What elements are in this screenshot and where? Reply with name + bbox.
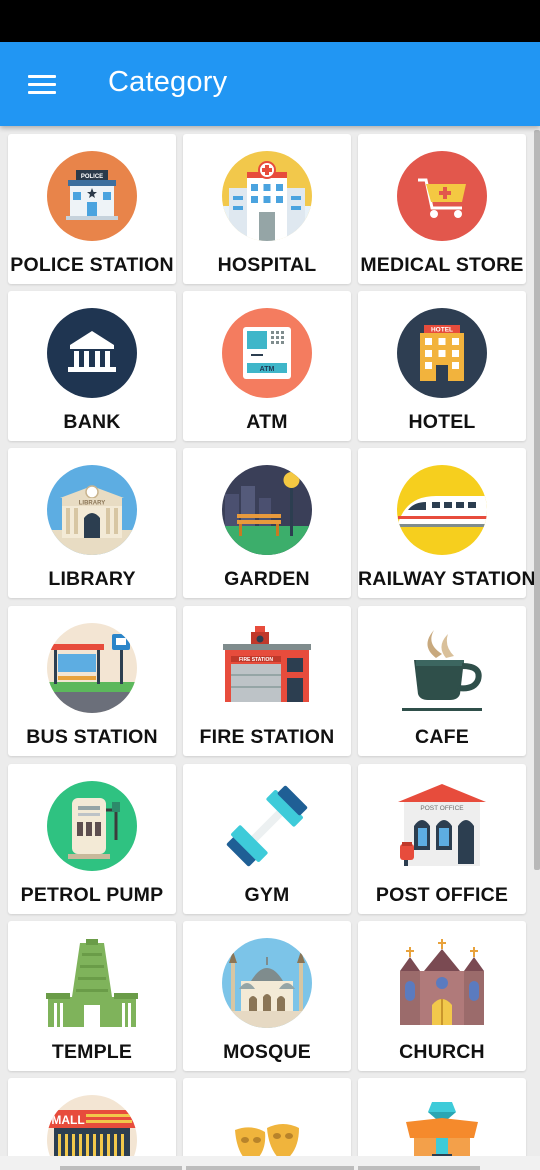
gift-shop-icon xyxy=(396,1094,488,1156)
category-police-station[interactable]: POLICE POLICE STATION xyxy=(8,134,176,284)
category-label: TEMPLE xyxy=(51,1041,133,1063)
app-bar: Category xyxy=(0,42,540,126)
post-office-icon: POST OFFICE xyxy=(396,780,488,872)
garden-icon xyxy=(221,464,313,556)
category-label: GYM xyxy=(244,884,290,906)
category-church[interactable]: CHURCH xyxy=(358,921,526,1071)
category-label: HOTEL xyxy=(408,411,476,433)
cafe-icon xyxy=(396,622,488,714)
police-station-icon: POLICE xyxy=(46,150,138,242)
category-label: BANK xyxy=(63,411,121,433)
category-label: POST OFFICE xyxy=(375,884,509,906)
library-sign-text: LIBRARY xyxy=(79,501,105,507)
petrol-pump-icon xyxy=(46,780,138,872)
category-label: POLICE STATION xyxy=(10,254,174,276)
category-garden[interactable]: GARDEN xyxy=(183,448,351,598)
hotel-sign-text: HOTEL xyxy=(431,327,453,334)
category-label: RAILWAY STATION xyxy=(358,568,536,590)
category-label: GARDEN xyxy=(224,568,310,590)
police-sign-text: POLICE xyxy=(81,174,103,180)
category-atm[interactable]: ATM ATM xyxy=(183,291,351,441)
system-nav-bar xyxy=(0,1156,540,1170)
category-post-office[interactable]: POST OFFICE POST OFFICE xyxy=(358,764,526,914)
mall-icon: MALL xyxy=(46,1094,138,1156)
category-theatre[interactable] xyxy=(183,1078,351,1156)
menu-icon[interactable] xyxy=(22,70,62,100)
category-label: PETROL PUMP xyxy=(20,884,164,906)
library-icon: LIBRARY xyxy=(46,464,138,556)
category-railway-station[interactable]: RAILWAY STATION xyxy=(358,448,536,598)
gym-icon xyxy=(221,780,313,872)
category-label: CHURCH xyxy=(399,1041,485,1063)
category-cafe[interactable]: CAFE xyxy=(358,606,526,756)
category-bus-station[interactable]: BUS STATION xyxy=(8,606,176,756)
category-mall[interactable]: MALL xyxy=(8,1078,176,1156)
category-label: ATM xyxy=(246,411,288,433)
category-fire-station[interactable]: FIRE STATION FIRE STATION xyxy=(183,606,351,756)
fire-station-icon: FIRE STATION xyxy=(221,622,313,714)
mall-sign-text: MALL xyxy=(51,1113,84,1127)
category-label: BUS STATION xyxy=(26,726,158,748)
category-label: MEDICAL STORE xyxy=(360,254,524,276)
category-label: LIBRARY xyxy=(48,568,136,590)
category-label: FIRE STATION xyxy=(199,726,335,748)
church-icon xyxy=(396,937,488,1029)
category-grid: POLICE POLICE STATION HOSPITAL MEDICAL S… xyxy=(0,126,540,1156)
category-temple[interactable]: TEMPLE xyxy=(8,921,176,1071)
category-label: CAFE xyxy=(415,726,469,748)
fire-station-sign-text: FIRE STATION xyxy=(239,657,273,663)
category-label: MOSQUE xyxy=(223,1041,311,1063)
page-title: Category xyxy=(108,66,228,98)
hospital-icon xyxy=(221,150,313,242)
category-library[interactable]: LIBRARY LIBRARY xyxy=(8,448,176,598)
status-bar xyxy=(0,0,540,42)
theatre-icon xyxy=(221,1094,313,1156)
category-hospital[interactable]: HOSPITAL xyxy=(183,134,351,284)
category-gym[interactable]: GYM xyxy=(183,764,351,914)
bus-station-icon xyxy=(46,622,138,714)
category-label: HOSPITAL xyxy=(217,254,317,276)
scrollbar[interactable] xyxy=(534,130,540,870)
medical-store-icon xyxy=(396,150,488,242)
atm-sign-text: ATM xyxy=(260,366,275,373)
category-hotel[interactable]: HOTEL HOTEL xyxy=(358,291,526,441)
category-gift-shop[interactable] xyxy=(358,1078,526,1156)
railway-station-icon xyxy=(396,464,488,556)
category-mosque[interactable]: MOSQUE xyxy=(183,921,351,1071)
category-medical-store[interactable]: MEDICAL STORE xyxy=(358,134,526,284)
post-office-sign-text: POST OFFICE xyxy=(420,805,464,812)
category-petrol-pump[interactable]: PETROL PUMP xyxy=(8,764,176,914)
bank-icon xyxy=(46,307,138,399)
category-bank[interactable]: BANK xyxy=(8,291,176,441)
mosque-icon xyxy=(221,937,313,1029)
hotel-icon: HOTEL xyxy=(396,307,488,399)
temple-icon xyxy=(46,937,138,1029)
atm-icon: ATM xyxy=(221,307,313,399)
